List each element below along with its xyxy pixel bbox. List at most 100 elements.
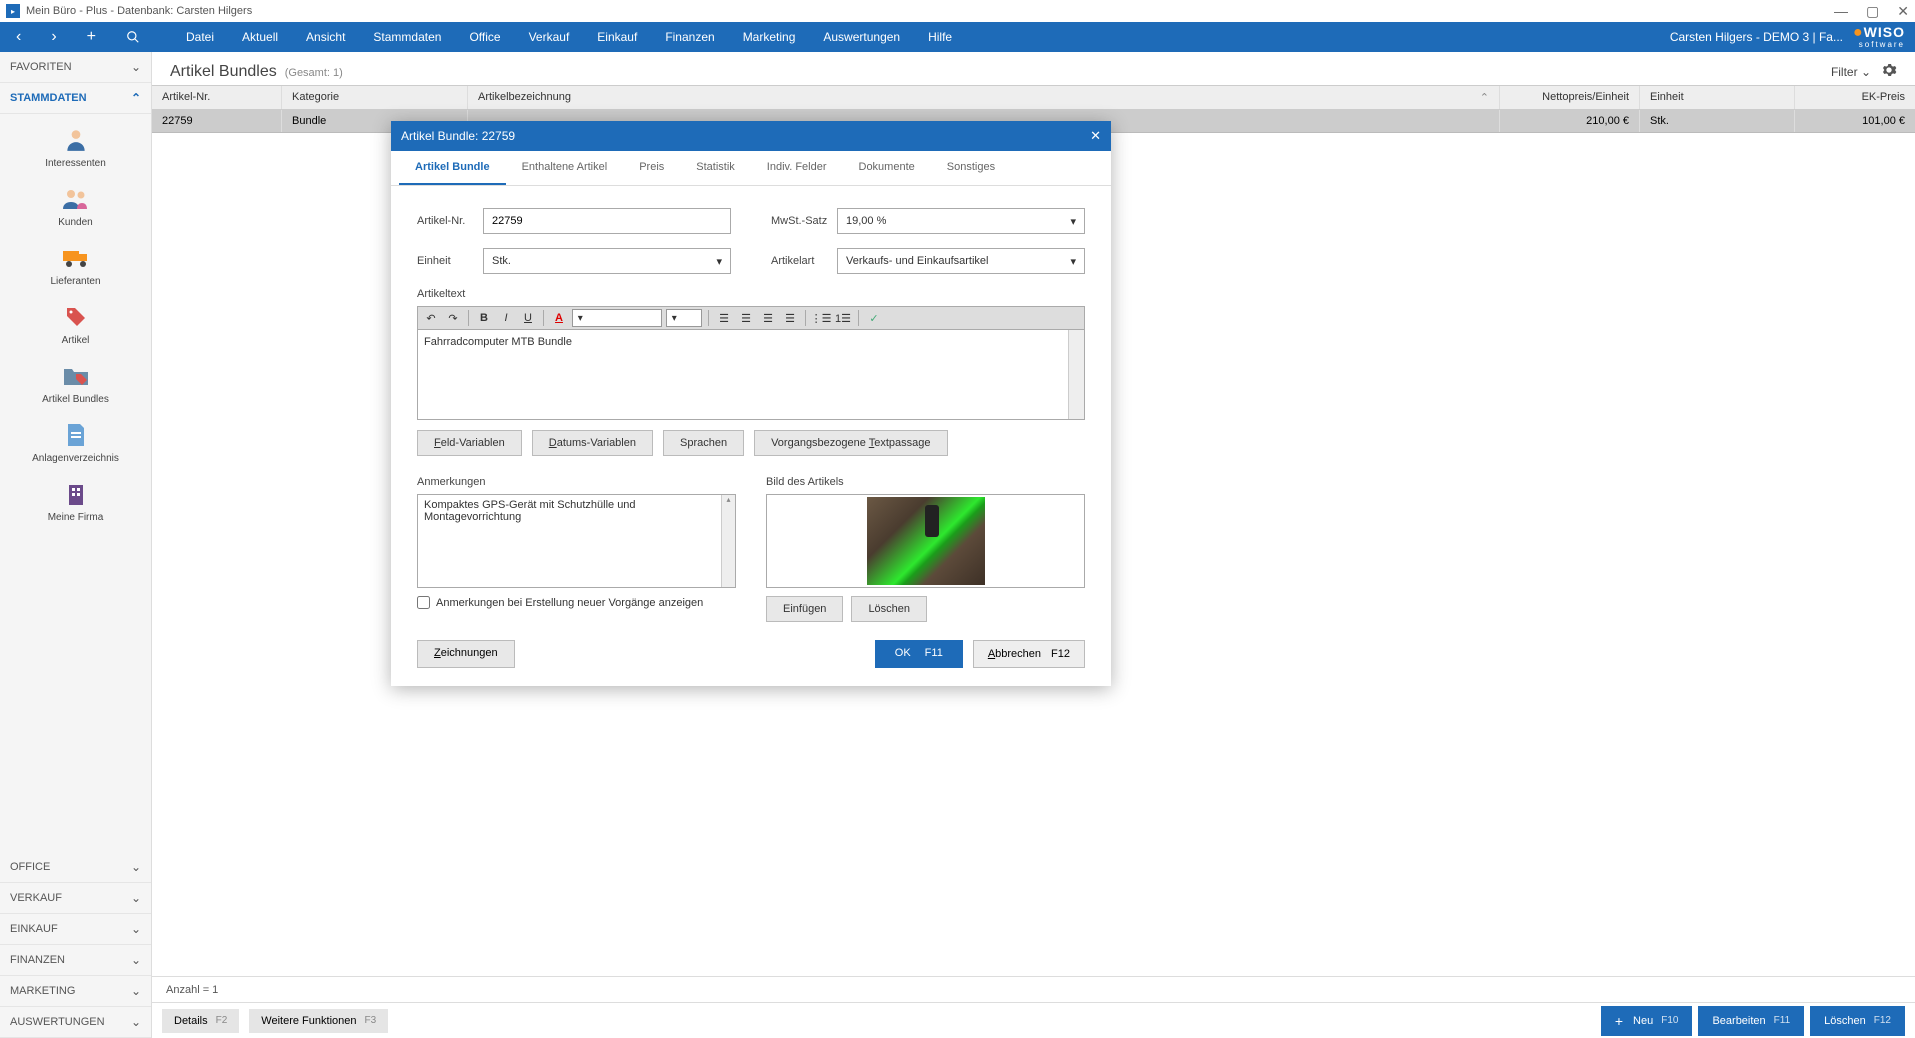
number-list-icon[interactable]: 1☰ bbox=[834, 309, 852, 327]
chevron-down-icon: ⌄ bbox=[131, 891, 141, 905]
filter-button[interactable]: Filter ⌄ bbox=[1831, 65, 1871, 79]
bild-loeschen-button[interactable]: Löschen bbox=[851, 596, 927, 622]
details-button[interactable]: DetailsF2 bbox=[162, 1009, 239, 1033]
artikelart-select[interactable]: Verkaufs- und Einkaufsartikel▾ bbox=[837, 248, 1085, 274]
tab-enthaltene-artikel[interactable]: Enthaltene Artikel bbox=[506, 151, 624, 185]
sidebar-section-stammdaten[interactable]: STAMMDATEN ⌃ bbox=[0, 83, 151, 114]
sidebar-item-interessenten[interactable]: Interessenten bbox=[0, 124, 151, 169]
menu-stammdaten[interactable]: Stammdaten bbox=[361, 24, 453, 50]
sidebar-item-lieferanten[interactable]: Lieferanten bbox=[0, 242, 151, 287]
maximize-icon[interactable]: ▢ bbox=[1866, 3, 1879, 20]
bearbeiten-button[interactable]: BearbeitenF11 bbox=[1698, 1006, 1804, 1036]
sidebar-section-office[interactable]: OFFICE⌄ bbox=[0, 852, 151, 883]
loeschen-button[interactable]: LöschenF12 bbox=[1810, 1006, 1905, 1036]
sidebar-item-meine-firma[interactable]: Meine Firma bbox=[0, 478, 151, 523]
einfuegen-button[interactable]: Einfügen bbox=[766, 596, 843, 622]
menu-datei[interactable]: Datei bbox=[174, 24, 226, 50]
sidebar-bottom-label: MARKETING bbox=[10, 985, 75, 997]
spellcheck-icon[interactable]: ✓ bbox=[865, 309, 883, 327]
tab-dokumente[interactable]: Dokumente bbox=[843, 151, 931, 185]
col-bezeichnung[interactable]: Artikelbezeichnung⌃ bbox=[468, 86, 1500, 109]
col-einheit[interactable]: Einheit bbox=[1640, 86, 1795, 109]
weitere-funktionen-button[interactable]: Weitere FunktionenF3 bbox=[249, 1009, 388, 1033]
artikeltext-value: Fahrradcomputer MTB Bundle bbox=[424, 336, 572, 348]
sidebar-item-kunden[interactable]: Kunden bbox=[0, 183, 151, 228]
menu-finanzen[interactable]: Finanzen bbox=[653, 24, 726, 50]
tab-preis[interactable]: Preis bbox=[623, 151, 680, 185]
font-color-icon[interactable]: A bbox=[550, 309, 568, 327]
anmerkungen-anzeigen-label: Anmerkungen bei Erstellung neuer Vorgäng… bbox=[436, 597, 703, 609]
align-center-icon[interactable]: ☰ bbox=[737, 309, 755, 327]
nav-search-icon[interactable] bbox=[118, 26, 148, 48]
vorgang-textpassage-button[interactable]: Vorgangsbezogene Textpassage bbox=[754, 430, 947, 456]
sidebar-item-label: Artikel bbox=[62, 335, 90, 346]
col-nettopreis[interactable]: Nettopreis/Einheit bbox=[1500, 86, 1640, 109]
menu-hilfe[interactable]: Hilfe bbox=[916, 24, 964, 50]
nav-add-icon[interactable]: + bbox=[79, 24, 104, 50]
menu-aktuell[interactable]: Aktuell bbox=[230, 24, 290, 50]
artikel-bild[interactable] bbox=[766, 494, 1085, 588]
align-right-icon[interactable]: ☰ bbox=[759, 309, 777, 327]
undo-icon[interactable]: ↶ bbox=[422, 309, 440, 327]
nav-forward-icon[interactable]: › bbox=[43, 24, 64, 50]
font-family-select[interactable]: ▾ bbox=[572, 309, 662, 327]
scrollbar[interactable] bbox=[1068, 330, 1084, 419]
menu-auswertungen[interactable]: Auswertungen bbox=[811, 24, 912, 50]
people-icon bbox=[60, 183, 92, 215]
tab-indiv-felder[interactable]: Indiv. Felder bbox=[751, 151, 843, 185]
artikeltext-editor[interactable]: Fahrradcomputer MTB Bundle bbox=[417, 330, 1085, 420]
underline-icon[interactable]: U bbox=[519, 309, 537, 327]
datums-variablen-button[interactable]: Datums-Variablen bbox=[532, 430, 653, 456]
sidebar-section-verkauf[interactable]: VERKAUF⌄ bbox=[0, 883, 151, 914]
sidebar-item-artikel[interactable]: Artikel bbox=[0, 301, 151, 346]
feld-variablen-button[interactable]: Feld-Variablen bbox=[417, 430, 522, 456]
anmerkungen-anzeigen-checkbox[interactable] bbox=[417, 596, 430, 609]
sidebar-section-marketing[interactable]: MARKETING⌄ bbox=[0, 976, 151, 1007]
italic-icon[interactable]: I bbox=[497, 309, 515, 327]
sprachen-button[interactable]: Sprachen bbox=[663, 430, 744, 456]
tab-statistik[interactable]: Statistik bbox=[680, 151, 751, 185]
zeichnungen-button[interactable]: Zeichnungen bbox=[417, 640, 515, 668]
close-icon[interactable]: ✕ bbox=[1897, 3, 1909, 20]
tab-sonstiges[interactable]: Sonstiges bbox=[931, 151, 1011, 185]
menu-einkauf[interactable]: Einkauf bbox=[585, 24, 649, 50]
sidebar-section-finanzen[interactable]: FINANZEN⌄ bbox=[0, 945, 151, 976]
minimize-icon[interactable]: — bbox=[1834, 3, 1848, 20]
sidebar-section-auswertungen[interactable]: AUSWERTUNGEN⌄ bbox=[0, 1007, 151, 1038]
bullet-list-icon[interactable]: ⋮☰ bbox=[812, 309, 830, 327]
abbrechen-button[interactable]: AbbrechenF12 bbox=[973, 640, 1085, 668]
col-artikel-nr[interactable]: Artikel-Nr. bbox=[152, 86, 282, 109]
menu-marketing[interactable]: Marketing bbox=[731, 24, 808, 50]
sidebar-item-anlagen[interactable]: Anlagenverzeichnis bbox=[0, 419, 151, 464]
sidebar-section-einkauf[interactable]: EINKAUF⌄ bbox=[0, 914, 151, 945]
scrollbar[interactable]: ▴ bbox=[721, 495, 735, 587]
align-left-icon[interactable]: ☰ bbox=[715, 309, 733, 327]
align-justify-icon[interactable]: ☰ bbox=[781, 309, 799, 327]
user-label[interactable]: Carsten Hilgers - DEMO 3 | Fa... bbox=[1670, 30, 1843, 44]
menu-office[interactable]: Office bbox=[457, 24, 512, 50]
dialog-close-icon[interactable]: ✕ bbox=[1090, 128, 1101, 144]
tab-artikel-bundle[interactable]: Artikel Bundle bbox=[399, 151, 506, 185]
tag-icon bbox=[60, 301, 92, 333]
menu-verkauf[interactable]: Verkauf bbox=[517, 24, 582, 50]
einheit-select[interactable]: Stk.▾ bbox=[483, 248, 731, 274]
sidebar: FAVORITEN ⌄ STAMMDATEN ⌃ Interessenten K… bbox=[0, 52, 152, 1038]
mwst-select[interactable]: 19,00 %▾ bbox=[837, 208, 1085, 234]
cell-ek: 101,00 € bbox=[1795, 110, 1915, 132]
gear-icon[interactable] bbox=[1881, 62, 1897, 81]
person-icon bbox=[60, 124, 92, 156]
neu-button[interactable]: NeuF10 bbox=[1601, 1006, 1693, 1036]
sidebar-item-artikel-bundles[interactable]: Artikel Bundles bbox=[0, 360, 151, 405]
redo-icon[interactable]: ↷ bbox=[444, 309, 462, 327]
bike-image bbox=[867, 497, 985, 585]
font-size-select[interactable]: ▾ bbox=[666, 309, 702, 327]
nav-back-icon[interactable]: ‹ bbox=[8, 24, 29, 50]
anmerkungen-input[interactable]: Kompaktes GPS-Gerät mit Schutzhülle und … bbox=[417, 494, 736, 588]
artikel-nr-input[interactable] bbox=[483, 208, 731, 234]
menu-ansicht[interactable]: Ansicht bbox=[294, 24, 357, 50]
sidebar-section-favoriten[interactable]: FAVORITEN ⌄ bbox=[0, 52, 151, 83]
bold-icon[interactable]: B bbox=[475, 309, 493, 327]
ok-button[interactable]: OKF11 bbox=[875, 640, 963, 668]
col-kategorie[interactable]: Kategorie bbox=[282, 86, 468, 109]
col-ekpreis[interactable]: EK-Preis bbox=[1795, 86, 1915, 109]
